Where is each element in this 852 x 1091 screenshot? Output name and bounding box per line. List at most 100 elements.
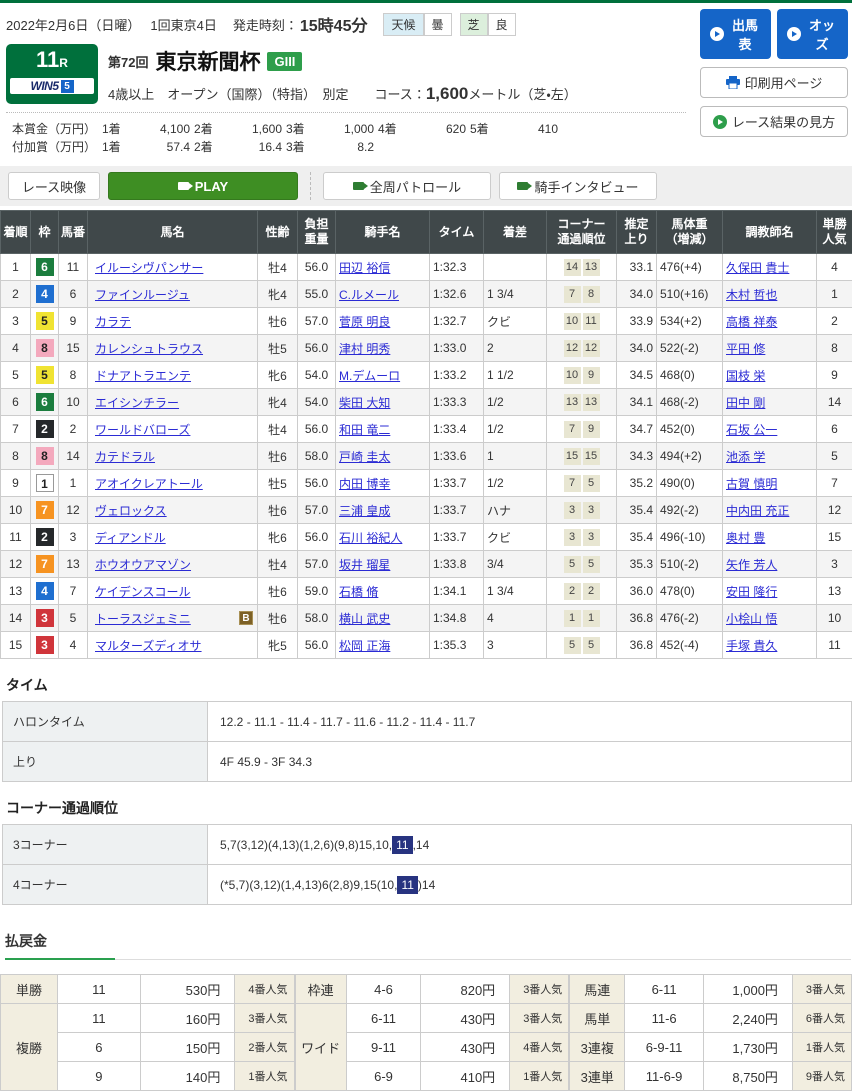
corner-order-cell: 55 <box>547 551 617 578</box>
result-guide-button[interactable]: レース結果の見方 <box>700 106 848 137</box>
win-favorite: 4 <box>817 254 852 281</box>
trainer-link[interactable]: 手塚 貴久 <box>726 639 777 653</box>
jockey-link[interactable]: 津村 明秀 <box>339 342 390 356</box>
horse-name-cell: ドナアトラエンテ <box>88 362 258 389</box>
waku-badge: 8 <box>36 447 54 465</box>
trainer-link[interactable]: 古賀 慎明 <box>726 477 777 491</box>
margin: 3/4 <box>484 551 547 578</box>
horse-name-link[interactable]: ファインルージュ <box>95 288 190 302</box>
trainer-link[interactable]: 平田 修 <box>726 342 765 356</box>
margin: 1 1/2 <box>484 362 547 389</box>
horse-name-link[interactable]: ホウオウアマゾン <box>95 558 191 572</box>
payout-row: 3連単11-6-98,750円9番人気 <box>570 1062 852 1091</box>
payout-group-table: 単勝11530円4番人気複勝11160円3番人気6150円2番人気9140円1番… <box>0 974 295 1091</box>
horse-name-link[interactable]: ヴェロックス <box>95 504 167 518</box>
horse-name-link[interactable]: カラテ <box>95 315 131 329</box>
bet-combination: 6-11 <box>346 1004 421 1033</box>
load-weight: 55.0 <box>298 281 336 308</box>
trainer-link[interactable]: 木村 哲也 <box>726 288 777 302</box>
trainer-link[interactable]: 石坂 公一 <box>726 423 777 437</box>
time-row: ハロンタイム12.2 - 11.1 - 11.4 - 11.7 - 11.6 -… <box>3 702 852 742</box>
trainer-link[interactable]: 高橋 祥泰 <box>726 315 777 329</box>
jockey-link[interactable]: 坂井 瑠星 <box>339 558 390 572</box>
body-weight: 510(-2) <box>657 551 723 578</box>
horse-name-link[interactable]: ケイデンスコール <box>95 585 191 599</box>
horse-name-link[interactable]: トーラスジェミニ <box>95 612 191 626</box>
finish-position: 1 <box>1 254 31 281</box>
trainer-link[interactable]: 田中 剛 <box>726 396 765 410</box>
turf-value: 良 <box>488 13 516 36</box>
horse-name-link[interactable]: マルターズディオサ <box>95 639 202 653</box>
jockey-link[interactable]: 和田 竜二 <box>339 423 390 437</box>
odds-button[interactable]: オッズ <box>777 9 848 59</box>
jockey-link[interactable]: 柴田 大知 <box>339 396 390 410</box>
jockey-link[interactable]: 石川 裕紀人 <box>339 531 402 545</box>
corner-order-box: 5 <box>583 637 600 654</box>
corner-order-box: 1 <box>583 610 600 627</box>
horse-name-link[interactable]: ワールドバローズ <box>95 423 190 437</box>
horse-name-link[interactable]: エイシンチラー <box>95 396 179 410</box>
sex-age: 牡4 <box>258 551 298 578</box>
trainer-link[interactable]: 安田 隆行 <box>726 585 777 599</box>
trainer-link[interactable]: 奥村 豊 <box>726 531 765 545</box>
waku-badge: 2 <box>36 420 54 438</box>
horse-name-link[interactable]: ドナアトラエンテ <box>95 369 191 383</box>
finish-time: 1:33.0 <box>430 335 484 362</box>
horse-name-link[interactable]: カテドラル <box>95 450 155 464</box>
trainer-link[interactable]: 矢作 芳人 <box>726 558 777 572</box>
payout-favorite: 2番人気 <box>235 1033 294 1062</box>
jockey-link[interactable]: 戸崎 圭太 <box>339 450 390 464</box>
margin: 1/2 <box>484 470 547 497</box>
payout-favorite: 3番人気 <box>235 1004 294 1033</box>
trainer-link[interactable]: 久保田 貴士 <box>726 261 789 275</box>
result-row: 10712ヴェロックス牡657.0三浦 皇成1:33.7ハナ3335.4492(… <box>1 497 852 524</box>
trainer-link[interactable]: 池添 学 <box>726 450 765 464</box>
finish-time: 1:33.2 <box>430 362 484 389</box>
body-weight: 490(0) <box>657 470 723 497</box>
bet-combination: 11-6 <box>625 1004 704 1033</box>
body-weight: 534(+2) <box>657 308 723 335</box>
jockey-cell: 菅原 明良 <box>336 308 430 335</box>
trainer-link[interactable]: 中内田 充正 <box>726 504 789 518</box>
horse-name-link[interactable]: イルーシヴパンサー <box>95 261 203 275</box>
waku-cell: 2 <box>31 524 59 551</box>
win-favorite: 10 <box>817 605 852 632</box>
corner-order-cell: 33 <box>547 524 617 551</box>
jockey-link[interactable]: 松岡 正海 <box>339 639 390 653</box>
jockey-link[interactable]: 田辺 裕信 <box>339 261 390 275</box>
horse-name-link[interactable]: カレンシュトラウス <box>95 342 203 356</box>
horse-name-link[interactable]: アオイクレアトール <box>95 477 203 491</box>
time-row: 上り4F 45.9 - 3F 34.3 <box>3 742 852 782</box>
race-title-block: 11R WIN5 5 第72回 東京新聞杯 GIII 4歳以上 オープン（国際）… <box>6 42 686 113</box>
jockey-interview-button[interactable]: 騎手インタビュー <box>499 172 657 200</box>
jockey-link[interactable]: M.デムーロ <box>339 369 400 383</box>
jockey-link[interactable]: C.ルメール <box>339 288 399 302</box>
race-number-badge: 11R WIN5 5 <box>6 44 98 104</box>
horse-number: 5 <box>59 605 88 632</box>
finish-time: 1:33.3 <box>430 389 484 416</box>
result-row: 12713ホウオウアマゾン牡457.0坂井 瑠星1:33.83/45535.35… <box>1 551 852 578</box>
finish-position: 6 <box>1 389 31 416</box>
column-header: 調教師名 <box>723 211 817 254</box>
horse-name-cell: ファインルージュ <box>88 281 258 308</box>
jockey-link[interactable]: 三浦 皇成 <box>339 504 390 518</box>
time-row-value: 12.2 - 11.1 - 11.4 - 11.7 - 11.6 - 11.2 … <box>208 702 852 742</box>
play-button[interactable]: PLAY <box>108 172 298 200</box>
jockey-link[interactable]: 石橋 脩 <box>339 585 378 599</box>
jockey-link[interactable]: 内田 博幸 <box>339 477 390 491</box>
horse-name-link[interactable]: ディアンドル <box>95 531 166 545</box>
print-page-button[interactable]: 印刷用ページ <box>700 67 848 98</box>
finish-position: 10 <box>1 497 31 524</box>
jockey-link[interactable]: 横山 武史 <box>339 612 390 626</box>
waku-cell: 2 <box>31 416 59 443</box>
trainer-link[interactable]: 小桧山 悟 <box>726 612 777 626</box>
patrol-video-button[interactable]: 全周パトロール <box>323 172 491 200</box>
margin <box>484 254 547 281</box>
trainer-cell: 安田 隆行 <box>723 578 817 605</box>
trainer-cell: 木村 哲也 <box>723 281 817 308</box>
trainer-link[interactable]: 国枝 栄 <box>726 369 765 383</box>
jockey-link[interactable]: 菅原 明良 <box>339 315 390 329</box>
entry-table-button[interactable]: 出馬表 <box>700 9 771 59</box>
trainer-cell: 石坂 公一 <box>723 416 817 443</box>
corner-order-box: 7 <box>564 421 581 438</box>
